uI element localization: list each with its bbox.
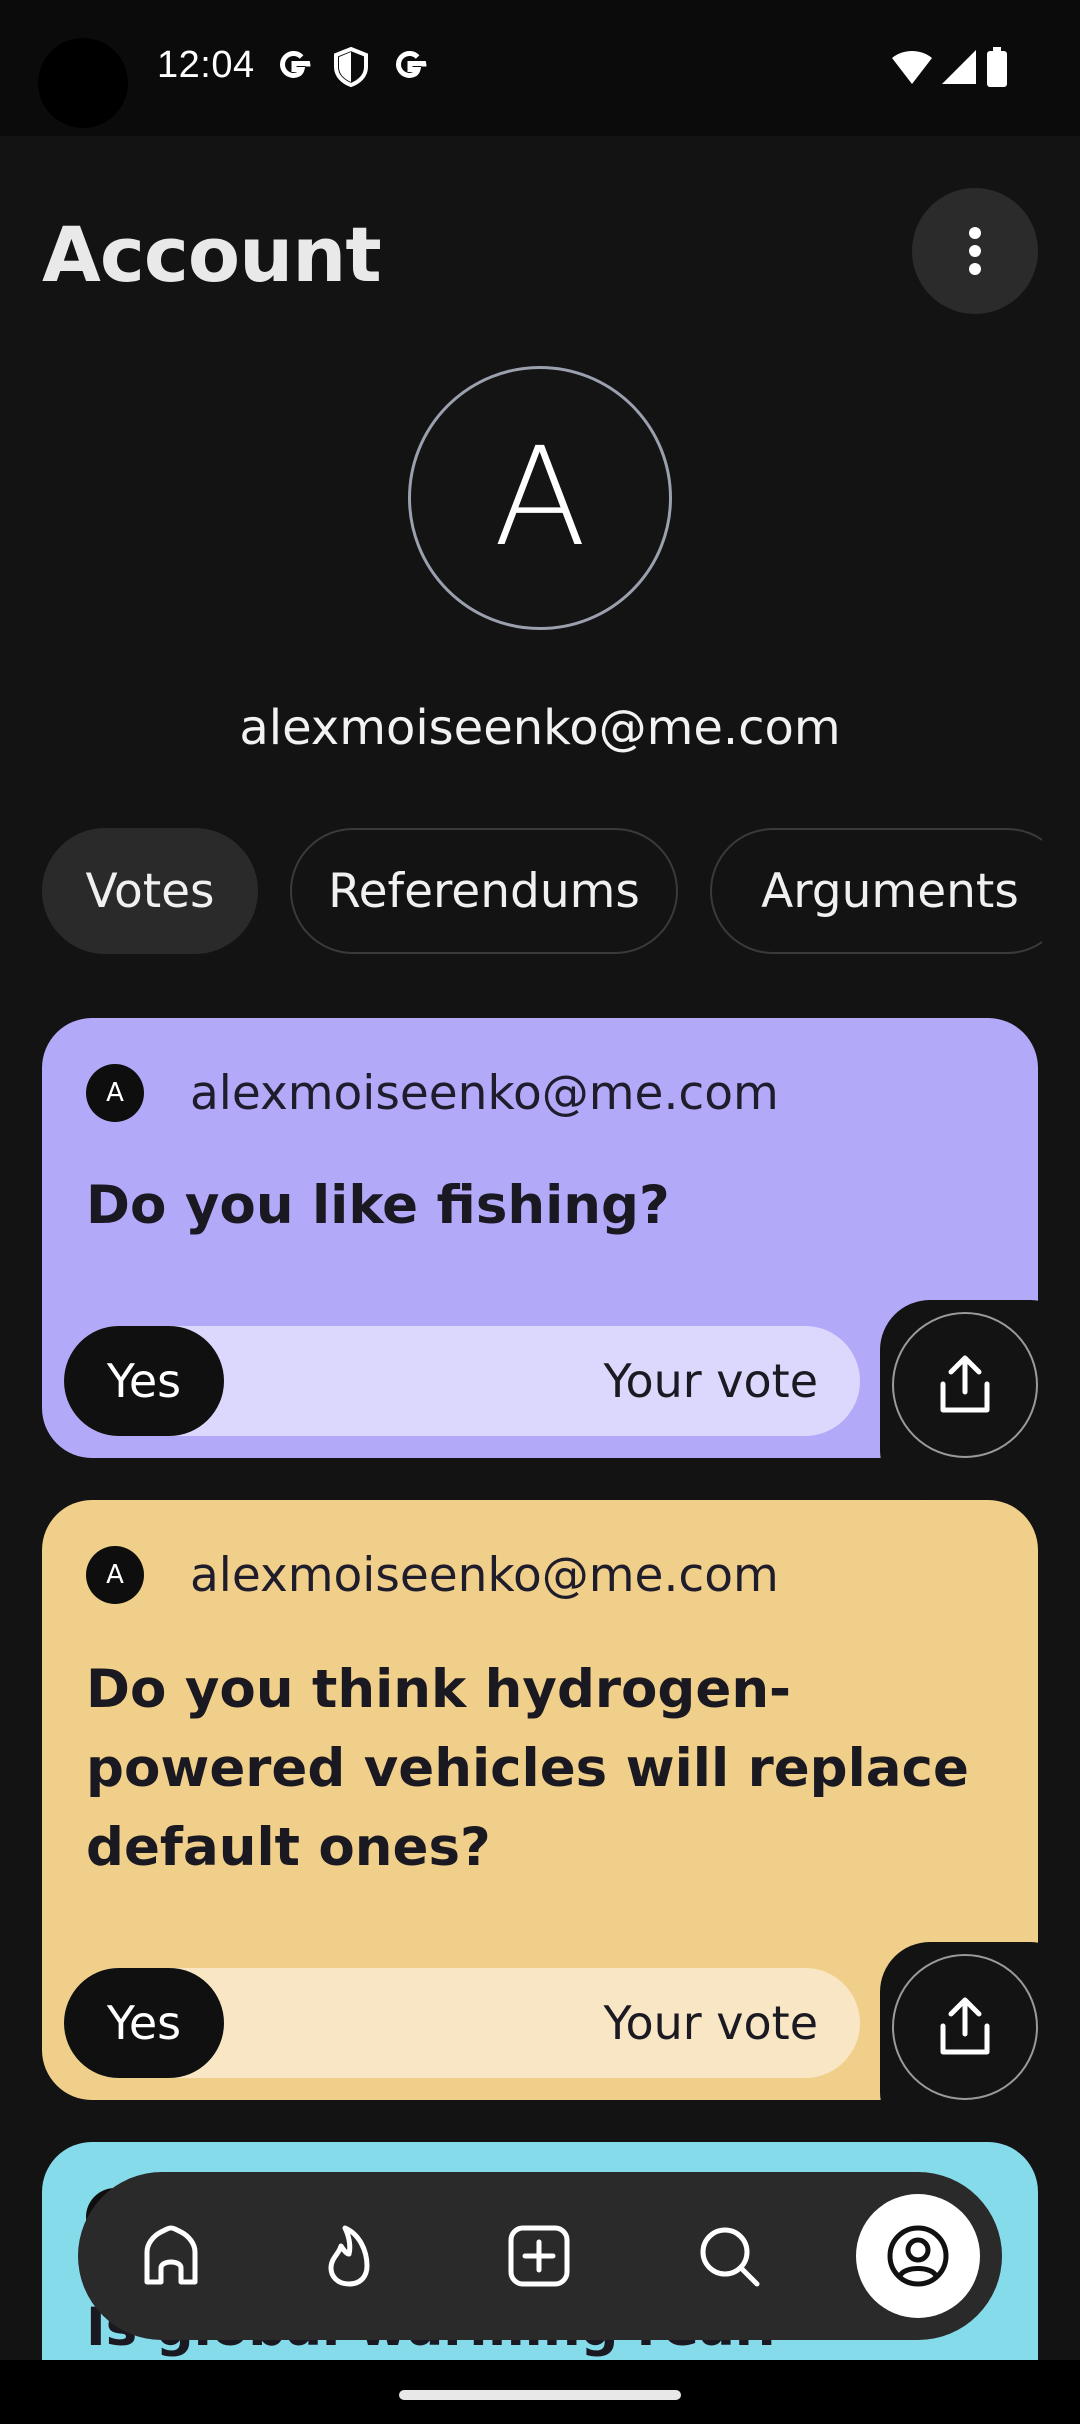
nav-search[interactable] xyxy=(664,2172,794,2340)
page-title: Account xyxy=(42,210,382,299)
your-vote-label: Your vote xyxy=(603,1996,818,2050)
tab-referendums[interactable]: Referendums xyxy=(290,828,678,954)
signal-icon xyxy=(940,46,978,90)
vote-choice: Yes xyxy=(64,1326,224,1436)
camera-cutout xyxy=(38,38,128,128)
wifi-icon xyxy=(890,46,934,90)
system-navigation-bar xyxy=(0,2360,1080,2424)
card-author: A alexmoiseenko@me.com xyxy=(86,1546,779,1604)
vote-card[interactable]: A alexmoiseenko@me.com Do you think hydr… xyxy=(42,1500,1080,2142)
battery-icon xyxy=(986,46,1008,90)
status-time: 12:04 xyxy=(157,44,255,86)
tab-arguments[interactable]: Arguments xyxy=(710,828,1042,954)
card-question: Do you like fishing? xyxy=(86,1175,670,1236)
author-email: alexmoiseenko@me.com xyxy=(190,1065,779,1121)
nav-profile[interactable] xyxy=(856,2194,980,2318)
more-options-button[interactable] xyxy=(912,188,1038,314)
status-bar: 12:04 xyxy=(0,0,1080,136)
author-avatar: A xyxy=(86,1546,144,1604)
profile-icon xyxy=(887,2225,949,2287)
profile-email: alexmoiseenko@me.com xyxy=(239,700,841,756)
bottom-navigation xyxy=(78,2172,1002,2340)
shield-icon xyxy=(332,46,370,90)
google-g-icon xyxy=(390,46,430,90)
flame-icon xyxy=(328,2225,370,2287)
card-question: Do you think hydrogen-powered vehicles w… xyxy=(86,1659,969,1878)
your-vote-label: Your vote xyxy=(603,1354,818,1408)
more-vertical-icon xyxy=(969,227,981,275)
share-icon xyxy=(940,1997,990,2055)
vote-result-bar: Yes Your vote xyxy=(64,1326,860,1436)
home-icon xyxy=(144,2225,198,2285)
avatar-letter: A xyxy=(493,419,587,577)
profile-avatar: A xyxy=(408,366,672,630)
vote-card[interactable]: A alexmoiseenko@me.com Do you like fishi… xyxy=(42,1018,1080,1500)
nav-trending[interactable] xyxy=(284,2172,414,2340)
nav-home[interactable] xyxy=(106,2172,236,2340)
vote-choice: Yes xyxy=(64,1968,224,2078)
google-g-icon xyxy=(274,46,314,90)
add-square-icon xyxy=(508,2225,570,2287)
card-author: A alexmoiseenko@me.com xyxy=(86,1064,779,1122)
author-email: alexmoiseenko@me.com xyxy=(190,1547,779,1603)
vote-result-bar: Yes Your vote xyxy=(64,1968,860,2078)
share-button[interactable] xyxy=(892,1312,1038,1458)
app-header: Account xyxy=(0,136,1080,366)
tab-votes[interactable]: Votes xyxy=(42,828,258,954)
nav-create[interactable] xyxy=(474,2172,604,2340)
share-icon xyxy=(940,1355,990,1413)
share-button[interactable] xyxy=(892,1954,1038,2100)
home-indicator[interactable] xyxy=(399,2390,681,2400)
search-icon xyxy=(700,2227,760,2287)
profile-tabs: Votes Referendums Arguments xyxy=(42,828,1042,956)
author-avatar: A xyxy=(86,1064,144,1122)
